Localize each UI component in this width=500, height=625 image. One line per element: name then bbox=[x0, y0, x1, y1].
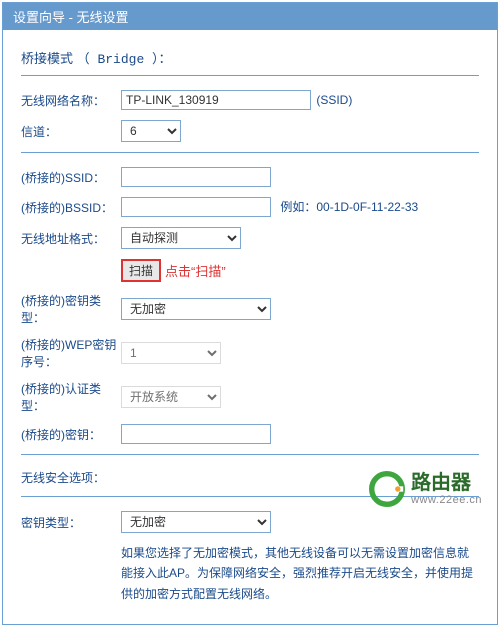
bridge-key-label: (桥接的)密钥： bbox=[21, 426, 121, 443]
channel-label: 信道： bbox=[21, 123, 121, 140]
bridge-mode-english: （ Bridge ）： bbox=[77, 52, 172, 67]
ssid-tag: (SSID) bbox=[316, 93, 352, 107]
channel-select[interactable]: 6 bbox=[121, 120, 181, 142]
bridge-mode-label: 桥接模式 bbox=[21, 51, 73, 66]
sec-enc-select[interactable]: 无加密 bbox=[121, 511, 271, 533]
row-bridge-bssid: (桥接的)BSSID： 例如：00-1D-0F-11-22-33 bbox=[21, 197, 479, 217]
bridge-ssid-label: (桥接的)SSID： bbox=[21, 169, 121, 186]
bridge-enc-select[interactable]: 无加密 bbox=[121, 298, 271, 320]
content-area: 桥接模式 （ Bridge ）： 无线网络名称： (SSID) 信道： 6 (桥… bbox=[3, 30, 497, 624]
row-scan: 扫描 点击“扫描” bbox=[21, 259, 479, 282]
scan-note: 点击“扫描” bbox=[165, 261, 226, 280]
sec-options-label: 无线安全选项： bbox=[21, 469, 121, 486]
bridge-key-input[interactable] bbox=[121, 424, 271, 444]
wizard-panel: 设置向导 - 无线设置 桥接模式 （ Bridge ）： 无线网络名称： (SS… bbox=[2, 2, 498, 625]
row-addr-format: 无线地址格式： 自动探测 bbox=[21, 227, 479, 249]
wlan-ssid-label: 无线网络名称： bbox=[21, 92, 121, 109]
bridge-bssid-label: (桥接的)BSSID： bbox=[21, 199, 121, 216]
addr-format-label: 无线地址格式： bbox=[21, 230, 121, 247]
auth-label: (桥接的)认证类型： bbox=[21, 380, 121, 414]
security-note: 如果您选择了无加密模式，其他无线设备可以无需设置加密信息就能接入此AP。为保障网… bbox=[121, 543, 479, 604]
row-auth: (桥接的)认证类型： 开放系统 bbox=[21, 380, 479, 414]
bridge-mode-row: 桥接模式 （ Bridge ）： bbox=[21, 48, 479, 67]
logo-url: www.22ee.cn bbox=[411, 494, 482, 506]
bridge-bssid-input[interactable] bbox=[121, 197, 271, 217]
divider bbox=[21, 152, 479, 153]
divider bbox=[21, 454, 479, 455]
row-bridge-key: (桥接的)密钥： bbox=[21, 424, 479, 444]
brand-logo: 路由器 www.22ee.cn bbox=[369, 471, 482, 507]
row-wep-index: (桥接的)WEP密钥序号： 1 bbox=[21, 336, 479, 370]
page-title: 设置向导 - 无线设置 bbox=[3, 3, 497, 30]
bssid-example: 例如：00-1D-0F-11-22-33 bbox=[280, 200, 418, 214]
row-sec-enc: 密钥类型： 无加密 bbox=[21, 511, 479, 533]
scan-button[interactable]: 扫描 bbox=[121, 259, 161, 282]
bridge-ssid-input[interactable] bbox=[121, 167, 271, 187]
row-bridge-enc: (桥接的)密钥类型： 无加密 bbox=[21, 292, 479, 326]
row-channel: 信道： 6 bbox=[21, 120, 479, 142]
auth-select[interactable]: 开放系统 bbox=[121, 386, 221, 408]
row-wlan-ssid: 无线网络名称： (SSID) bbox=[21, 90, 479, 110]
logo-e-icon bbox=[369, 471, 405, 507]
wep-index-select[interactable]: 1 bbox=[121, 342, 221, 364]
wlan-ssid-input[interactable] bbox=[121, 90, 311, 110]
row-bridge-ssid: (桥接的)SSID： bbox=[21, 167, 479, 187]
sec-enc-label: 密钥类型： bbox=[21, 514, 121, 531]
bridge-enc-label: (桥接的)密钥类型： bbox=[21, 292, 121, 326]
wep-index-label: (桥接的)WEP密钥序号： bbox=[21, 336, 121, 370]
logo-name: 路由器 bbox=[411, 472, 482, 494]
divider bbox=[21, 75, 479, 76]
addr-format-select[interactable]: 自动探测 bbox=[121, 227, 241, 249]
